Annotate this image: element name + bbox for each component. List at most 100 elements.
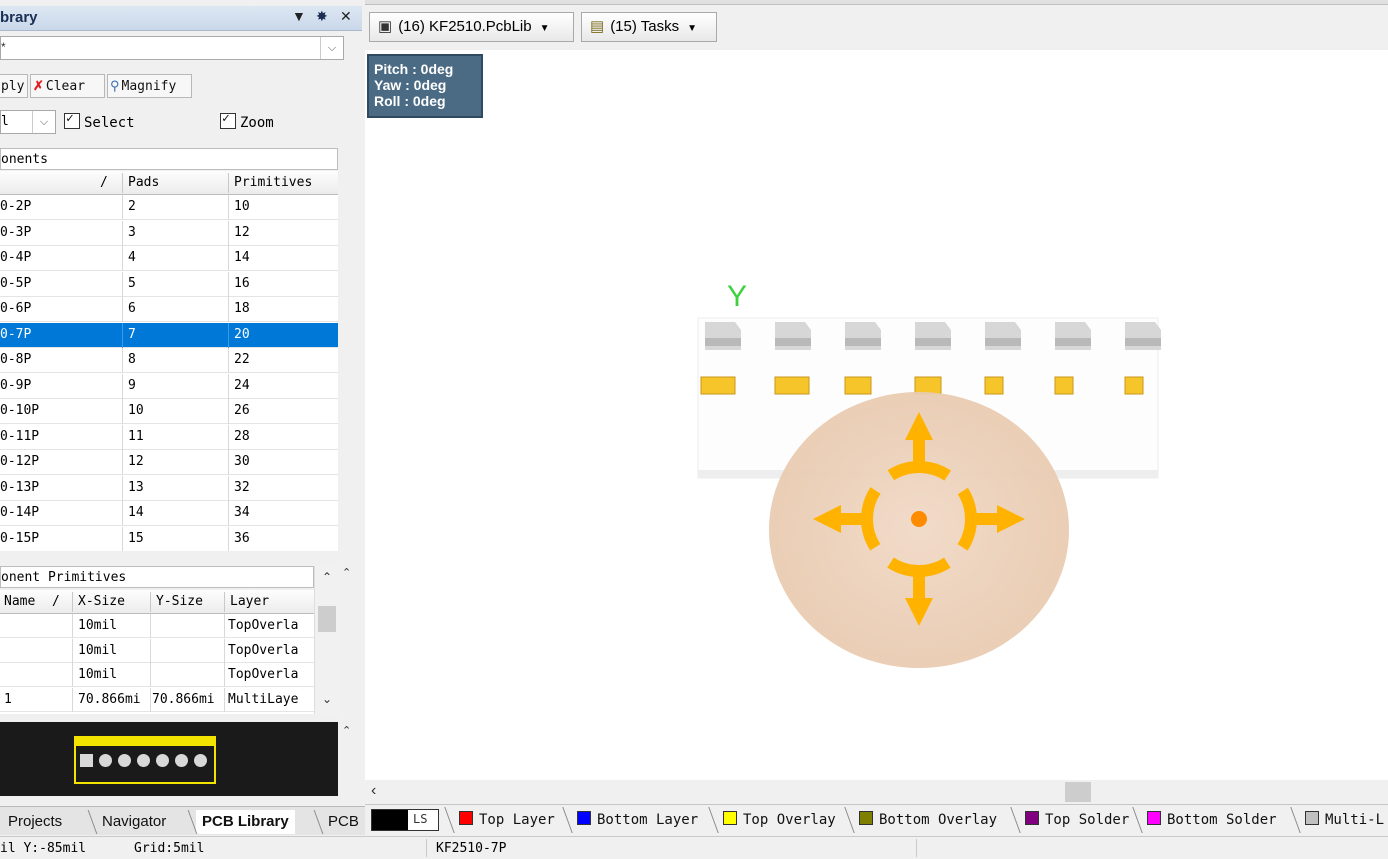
component-row[interactable]: 0-3P 3 12 <box>0 220 338 246</box>
component-name: 0-11P <box>0 428 40 444</box>
scrollbar-thumb[interactable] <box>318 606 336 632</box>
primitive-row[interactable]: 10mil TopOverla <box>0 614 314 638</box>
name-column-header[interactable]: Name <box>4 594 35 609</box>
3d-scene: Y <box>697 280 1161 668</box>
scroll-down-icon[interactable]: ⌄ <box>315 692 339 706</box>
panel-tab-navigator[interactable]: Navigator <box>96 810 172 834</box>
chevron-down-icon[interactable]: ⌵ <box>320 37 343 59</box>
checkbox-checked-icon <box>220 111 236 129</box>
magnify-button[interactable]: ⚲ Magnify <box>107 74 192 98</box>
scrollbar-thumb[interactable] <box>1065 782 1091 802</box>
pads-column-header[interactable]: Pads <box>128 175 159 190</box>
layer-set-button[interactable]: LS <box>371 809 439 831</box>
component-name: 0-13P <box>0 479 40 495</box>
component-row[interactable]: 0-4P 4 14 <box>0 246 338 271</box>
layer-tab-bottom-layer[interactable]: Bottom Layer <box>577 809 698 831</box>
component-primitives: 20 <box>234 326 250 342</box>
magnify-icon: ⚲ <box>110 78 120 93</box>
component-row[interactable]: 0-6P 6 18 <box>0 297 338 322</box>
component-pads: 9 <box>128 377 136 393</box>
component-row[interactable]: 0-15P 15 36 <box>0 526 338 551</box>
name-sort-icon[interactable]: / <box>100 175 108 190</box>
components-section-header[interactable]: onents <box>0 148 338 170</box>
layer-tab-multi-l[interactable]: Multi-L <box>1305 809 1384 831</box>
component-row[interactable]: 0-9P 9 24 <box>0 373 338 399</box>
component-name: 0-14P <box>0 505 40 520</box>
tasks-button[interactable]: ▤ (15) Tasks ▼ <box>581 12 717 42</box>
name-sort-icon[interactable]: / <box>52 594 60 609</box>
clear-button[interactable]: ✗ Clear <box>30 74 105 98</box>
checkbox-checked-icon <box>64 111 80 129</box>
panel-tab-projects[interactable]: Projects <box>2 810 68 834</box>
panel-close-icon[interactable]: ✕ <box>340 8 352 25</box>
component-primitives: 36 <box>234 530 250 546</box>
panel-title-bar: brary ▼ ✸ ✕ <box>0 6 362 31</box>
component-name: 0-7P <box>0 326 32 342</box>
preview-pad <box>137 754 150 767</box>
component-pads: 11 <box>128 428 144 444</box>
component-name: 0-8P <box>0 352 32 367</box>
primitive-row[interactable]: 10mil TopOverla <box>0 663 314 687</box>
panel-menu-icon[interactable]: ▼ <box>292 8 306 24</box>
primitives-scrollbar[interactable]: ⌃ ⌄ <box>314 566 339 714</box>
component-pads: 13 <box>128 479 144 495</box>
canvas-horizontal-scrollbar[interactable]: ‹ <box>365 780 1388 804</box>
ysize-column-header[interactable]: Y-Size <box>156 594 203 609</box>
component-row[interactable]: 0-12P 12 30 <box>0 450 338 475</box>
preview-pad <box>118 754 131 767</box>
layer-tab-bottom-overlay[interactable]: Bottom Overlay <box>859 809 997 831</box>
panel-pin-icon[interactable]: ✸ <box>316 8 328 25</box>
component-name: 0-12P <box>0 454 40 469</box>
panel-tab-pcb[interactable]: PCB <box>322 810 365 834</box>
primitives-section-header[interactable]: onent Primitives <box>0 566 314 588</box>
component-row[interactable]: 0-5P 5 16 <box>0 271 338 297</box>
collapse-primitives-icon[interactable]: ⌃ <box>342 566 351 579</box>
layer-tab-top-overlay[interactable]: Top Overlay <box>723 809 836 831</box>
filter-mode-combo[interactable]: l ⌵ <box>0 110 56 134</box>
document-toolbar: ▣ (16) KF2510.PcbLib ▼ ▤ (15) Tasks ▼ <box>365 8 1388 48</box>
components-column-header: / Pads Primitives <box>0 171 338 195</box>
component-row[interactable]: 0-8P 8 22 <box>0 348 338 373</box>
layer-color-swatch <box>577 811 591 825</box>
preview-pad <box>156 754 169 767</box>
solder-pad <box>844 376 872 395</box>
layer-tab-top-layer[interactable]: Top Layer <box>459 809 555 831</box>
layer-tab-top-solder[interactable]: Top Solder <box>1025 809 1129 831</box>
primitive-row[interactable]: 10mil TopOverla <box>0 638 314 663</box>
primitive-ysize: 70.866mi <box>152 691 215 707</box>
component-pads: 14 <box>128 505 144 520</box>
component-row[interactable]: 0-13P 13 32 <box>0 475 338 501</box>
mask-filter-combo[interactable]: * ⌵ <box>0 36 344 60</box>
primitive-row[interactable]: 1 70.866mi 70.866mi MultiLaye <box>0 687 314 712</box>
layer-tab-bottom-solder[interactable]: Bottom Solder <box>1147 809 1277 831</box>
xsize-column-header[interactable]: X-Size <box>78 594 125 609</box>
preview-pad <box>99 754 112 767</box>
pcblib-document-button[interactable]: ▣ (16) KF2510.PcbLib ▼ <box>369 12 574 42</box>
component-row[interactable]: 0-7P 7 20 <box>0 322 338 348</box>
component-name: 0-10P <box>0 403 40 418</box>
scroll-left-icon[interactable]: ‹ <box>371 782 376 800</box>
3d-view-canvas[interactable]: Pitch : 0deg Yaw : 0deg Roll : 0deg Y <box>365 50 1388 780</box>
preview-pad <box>194 754 207 767</box>
component-row[interactable]: 0-14P 14 34 <box>0 501 338 526</box>
zoom-checkbox[interactable]: Zoom <box>220 111 274 131</box>
layer-tab-label: Top Overlay <box>743 812 836 828</box>
collapse-preview-icon[interactable]: ⌃ <box>342 724 351 737</box>
scroll-up-icon[interactable]: ⌃ <box>315 570 339 584</box>
chevron-down-icon[interactable]: ⌵ <box>32 111 55 133</box>
component-row[interactable]: 0-10P 10 26 <box>0 399 338 424</box>
primitives-column-header[interactable]: Primitives <box>234 175 312 190</box>
component-name: 0-2P <box>0 199 32 214</box>
component-primitives: 32 <box>234 479 250 495</box>
panel-tab-pcb-library[interactable]: PCB Library <box>196 810 295 834</box>
component-name: 0-6P <box>0 301 32 316</box>
primitive-layer: TopOverla <box>228 618 299 633</box>
footprint-preview <box>0 722 338 796</box>
primitive-layer: TopOverla <box>228 642 299 658</box>
component-row[interactable]: 0-2P 2 10 <box>0 195 338 220</box>
component-name: 0-5P <box>0 275 32 291</box>
apply-button[interactable]: ply <box>0 74 28 98</box>
layer-column-header[interactable]: Layer <box>230 594 269 609</box>
select-checkbox[interactable]: Select <box>64 111 135 131</box>
component-row[interactable]: 0-11P 11 28 <box>0 424 338 450</box>
